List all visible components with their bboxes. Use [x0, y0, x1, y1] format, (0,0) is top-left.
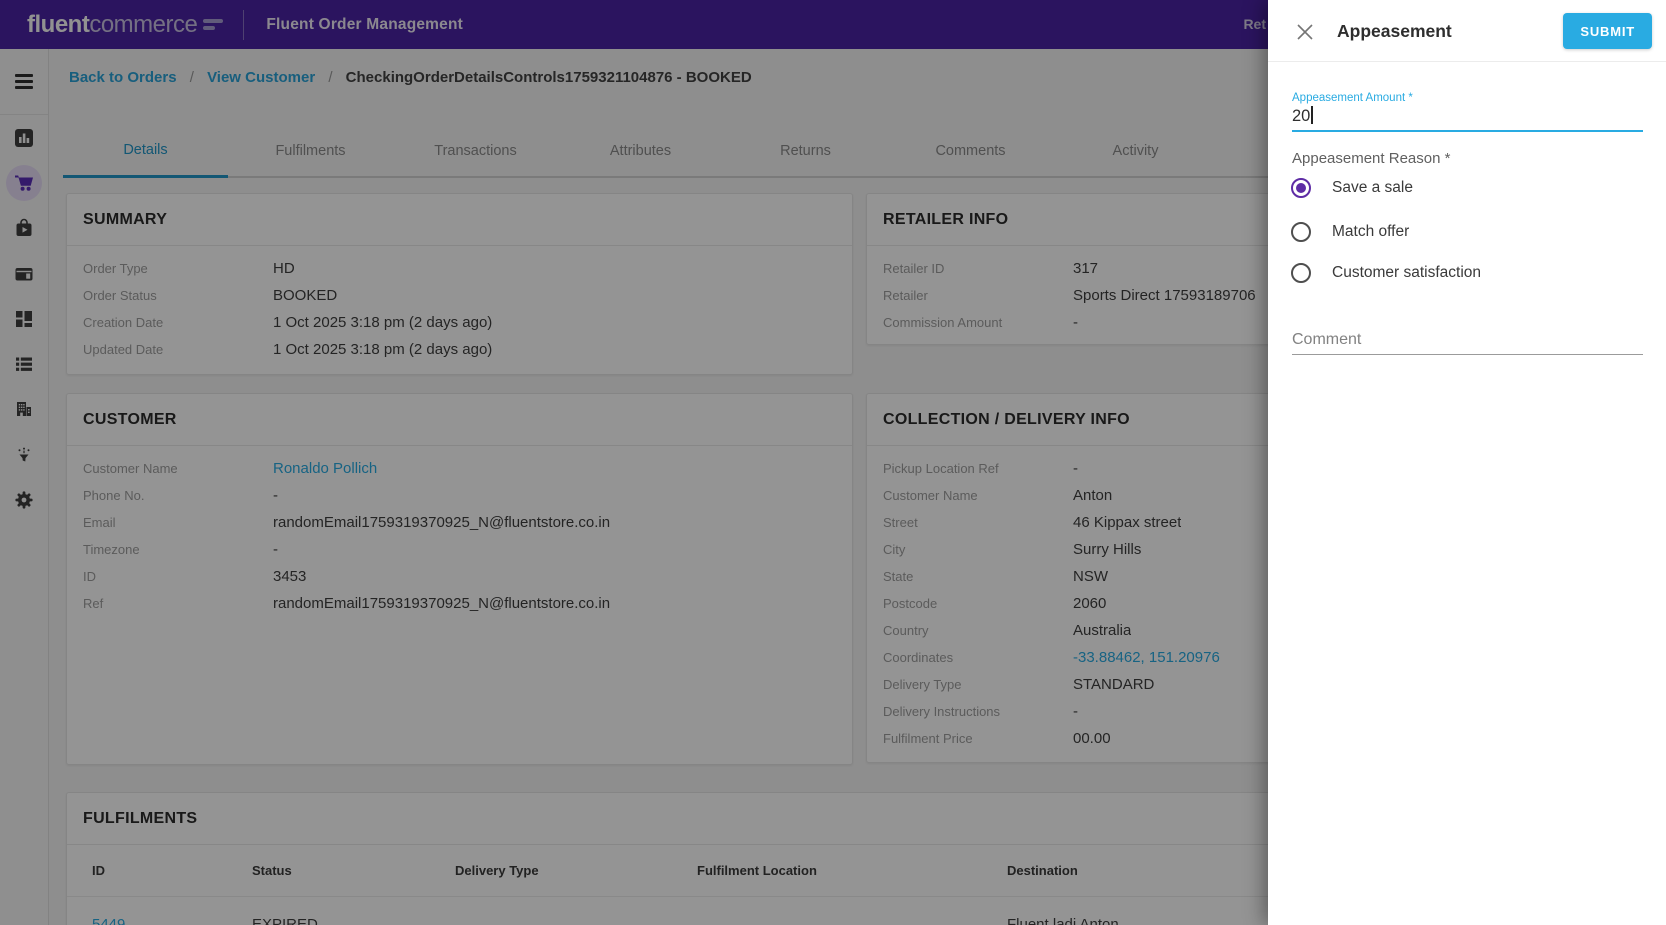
- app-root: fluentcommerce Fluent Order Management R…: [0, 0, 1666, 925]
- appeasement-drawer: Appeasement SUBMIT Appeasement Amount * …: [1268, 0, 1666, 925]
- text-caret: [1311, 106, 1313, 124]
- radio-option-customer-satisfaction[interactable]: Customer satisfaction: [1291, 263, 1481, 283]
- drawer-header: Appeasement SUBMIT: [1268, 0, 1666, 62]
- submit-button[interactable]: SUBMIT: [1563, 13, 1652, 49]
- comment-input-underline: [1292, 354, 1643, 355]
- radio-selected-icon[interactable]: [1291, 178, 1311, 198]
- appeasement-reason-label: Appeasement Reason *: [1292, 150, 1450, 167]
- appeasement-amount-label: Appeasement Amount *: [1292, 92, 1413, 104]
- close-icon[interactable]: [1297, 24, 1313, 40]
- radio-unselected-icon[interactable]: [1291, 263, 1311, 283]
- appeasement-amount-value: 20: [1292, 107, 1310, 125]
- amount-input-underline: [1292, 130, 1643, 132]
- radio-unselected-icon[interactable]: [1291, 222, 1311, 242]
- radio-option-label[interactable]: Customer satisfaction: [1332, 264, 1481, 282]
- appeasement-amount-input[interactable]: 20: [1292, 106, 1643, 130]
- drawer-title: Appeasement: [1337, 21, 1452, 42]
- comment-input-label[interactable]: Comment: [1292, 331, 1361, 349]
- radio-option-save-a-sale[interactable]: Save a sale: [1291, 178, 1413, 198]
- radio-option-match-offer[interactable]: Match offer: [1291, 222, 1409, 242]
- radio-option-label[interactable]: Match offer: [1332, 223, 1409, 241]
- radio-option-label[interactable]: Save a sale: [1332, 179, 1413, 197]
